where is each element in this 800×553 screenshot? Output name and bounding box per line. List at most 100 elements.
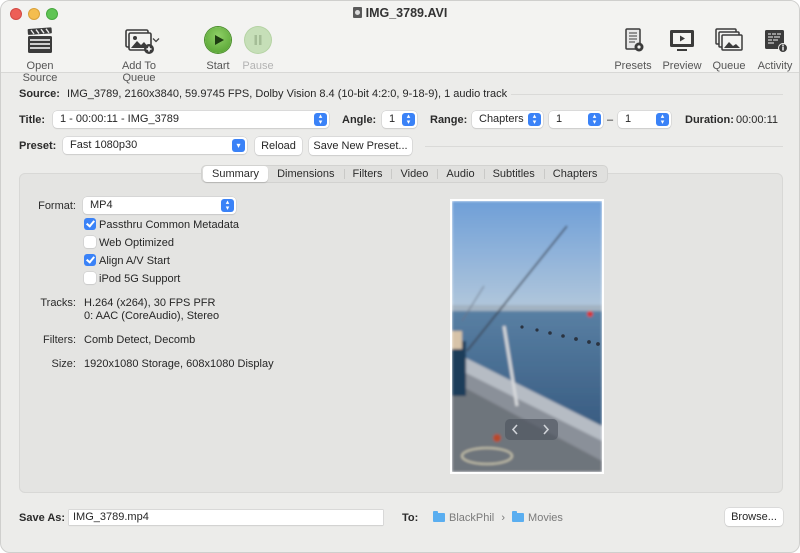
checkbox-unchecked-icon [84, 272, 96, 284]
pause-button[interactable]: Pause [242, 27, 274, 72]
range-label: Range: [430, 114, 468, 126]
activity-button[interactable]: Activity [755, 27, 795, 72]
up-down-chevron-icon: ▴ ▾ [314, 113, 327, 126]
save-as-field[interactable]: IMG_3789.mp4 [69, 510, 383, 525]
source-info: IMG_3789, 2160x3840, 59.9745 FPS, Dolby … [67, 88, 508, 100]
reload-button[interactable]: Reload [255, 137, 302, 155]
angle-select[interactable]: 1 ▴ ▾ [382, 111, 417, 128]
preset-label: Preset: [19, 140, 57, 152]
open-source-button[interactable]: Open Source [9, 27, 71, 84]
tab-subtitles[interactable]: Subtitles [483, 166, 544, 182]
preview-button[interactable]: Preview [661, 27, 703, 72]
format-select-value: MP4 [90, 199, 113, 211]
checkbox-label: Align A/V Start [99, 255, 170, 267]
video-track-info: H.264 (x264), 30 FPS PFR [84, 297, 216, 309]
add-to-queue-label: Add To Queue [121, 60, 157, 84]
presets-gear-icon [618, 27, 648, 55]
preview-label: Preview [662, 60, 702, 72]
to-label: To: [402, 512, 419, 524]
title-select[interactable]: 1 - 00:00:11 - IMG_3789 ▴ ▾ [53, 111, 329, 128]
source-label: Source: [19, 88, 60, 100]
range-end-value: 1 [625, 113, 632, 125]
browse-button[interactable]: Browse... [725, 508, 783, 526]
preset-select[interactable]: Fast 1080p30 ▾ [63, 137, 247, 154]
monitor-play-icon [667, 27, 697, 55]
movies-folder-icon [512, 511, 525, 522]
passthru-metadata-checkbox[interactable]: Passthru Common Metadata [84, 218, 239, 232]
path-item-home: BlackPhil [449, 512, 495, 524]
tab-video[interactable]: Video [391, 166, 437, 182]
audio-track-info: 0: AAC (CoreAudio), Stereo [84, 310, 220, 322]
presets-label: Presets [614, 60, 652, 72]
activity-log-icon [760, 27, 790, 55]
pause-label: Pause [242, 60, 274, 72]
preset-select-value: Fast 1080p30 [70, 139, 138, 151]
preview-thumbnail[interactable] [450, 199, 604, 474]
up-down-chevron-icon: ▴ ▾ [528, 113, 541, 126]
chevron-down-icon: ▾ [232, 139, 245, 152]
start-button[interactable]: Start [203, 27, 233, 72]
tracks-label: Tracks: [40, 297, 76, 309]
source-row: Source: IMG_3789, 2160x3840, 59.9745 FPS… [19, 88, 507, 100]
up-down-chevron-icon: ▴ ▾ [656, 113, 669, 126]
ipod-5g-support-checkbox[interactable]: iPod 5G Support [84, 272, 180, 286]
up-down-chevron-icon: ▴ ▾ [402, 113, 415, 126]
format-label: Format: [38, 200, 76, 212]
up-down-chevron-icon: ▴ ▾ [588, 113, 601, 126]
checkbox-checked-icon [84, 254, 96, 266]
angle-select-value: 1 [389, 113, 396, 125]
video-document-icon [352, 7, 362, 18]
checkbox-checked-icon [84, 218, 96, 230]
stacked-photos-icon [714, 27, 744, 55]
title-label: Title: [19, 114, 46, 126]
range-start-value: 1 [556, 113, 563, 125]
path-separator: › [501, 512, 505, 524]
duration-label: Duration: [685, 114, 734, 126]
destination-path[interactable]: BlackPhil › Movies [433, 511, 563, 524]
checkbox-label: Passthru Common Metadata [99, 219, 240, 231]
tab-chapters[interactable]: Chapters [543, 166, 607, 182]
web-optimized-checkbox[interactable]: Web Optimized [84, 236, 174, 250]
tab-audio[interactable]: Audio [437, 166, 483, 182]
play-icon [203, 27, 233, 55]
toolbar: IMG_3789.AVI Open Source Add To Queue St… [1, 1, 799, 84]
checkbox-unchecked-icon [84, 236, 96, 248]
tab-filters[interactable]: Filters [343, 166, 392, 182]
divider [425, 146, 783, 147]
size-value: 1920x1080 Storage, 608x1080 Display [84, 358, 274, 370]
duration-value: 00:00:11 [736, 114, 779, 126]
add-to-queue-dropdown[interactable] [150, 34, 162, 46]
size-label: Size: [51, 358, 76, 370]
divider [511, 94, 783, 95]
home-folder-icon [433, 511, 445, 522]
add-to-queue-button[interactable]: Add To Queue [105, 27, 173, 84]
save-new-preset-button[interactable]: Save New Preset... [309, 137, 412, 155]
filters-value: Comb Detect, Decomb [84, 334, 196, 346]
settings-tabs: Summary Dimensions Filters Video Audio S… [201, 165, 609, 183]
format-select[interactable]: MP4 ▴ ▾ [83, 197, 236, 214]
tracks-value: H.264 (x264), 30 FPS PFR 0: AAC (CoreAud… [84, 297, 219, 323]
chevron-down-icon [152, 38, 160, 43]
title-select-value: 1 - 00:00:11 - IMG_3789 [60, 113, 180, 125]
path-item-movies: Movies [528, 512, 563, 524]
clapperboard-icon [25, 27, 55, 55]
align-av-start-checkbox[interactable]: Align A/V Start [84, 254, 170, 268]
window-title-text: IMG_3789.AVI [365, 6, 448, 20]
range-end-select[interactable]: 1 ▴ ▾ [618, 111, 671, 128]
queue-label: Queue [712, 60, 746, 72]
preview-image [452, 201, 602, 472]
start-label: Start [206, 60, 230, 72]
presets-button[interactable]: Presets [613, 27, 653, 72]
save-as-value: IMG_3789.mp4 [73, 511, 149, 523]
range-dash: – [607, 114, 614, 126]
save-as-label: Save As: [19, 512, 66, 524]
tab-dimensions[interactable]: Dimensions [268, 166, 343, 182]
range-start-select[interactable]: 1 ▴ ▾ [549, 111, 603, 128]
window-title: IMG_3789.AVI [1, 6, 799, 20]
tab-summary[interactable]: Summary [203, 166, 269, 182]
checkbox-label: iPod 5G Support [99, 273, 181, 285]
queue-button[interactable]: Queue [711, 27, 747, 72]
filters-label: Filters: [43, 334, 76, 346]
range-type-select[interactable]: Chapters ▴ ▾ [472, 111, 543, 128]
checkbox-label: Web Optimized [99, 237, 174, 249]
